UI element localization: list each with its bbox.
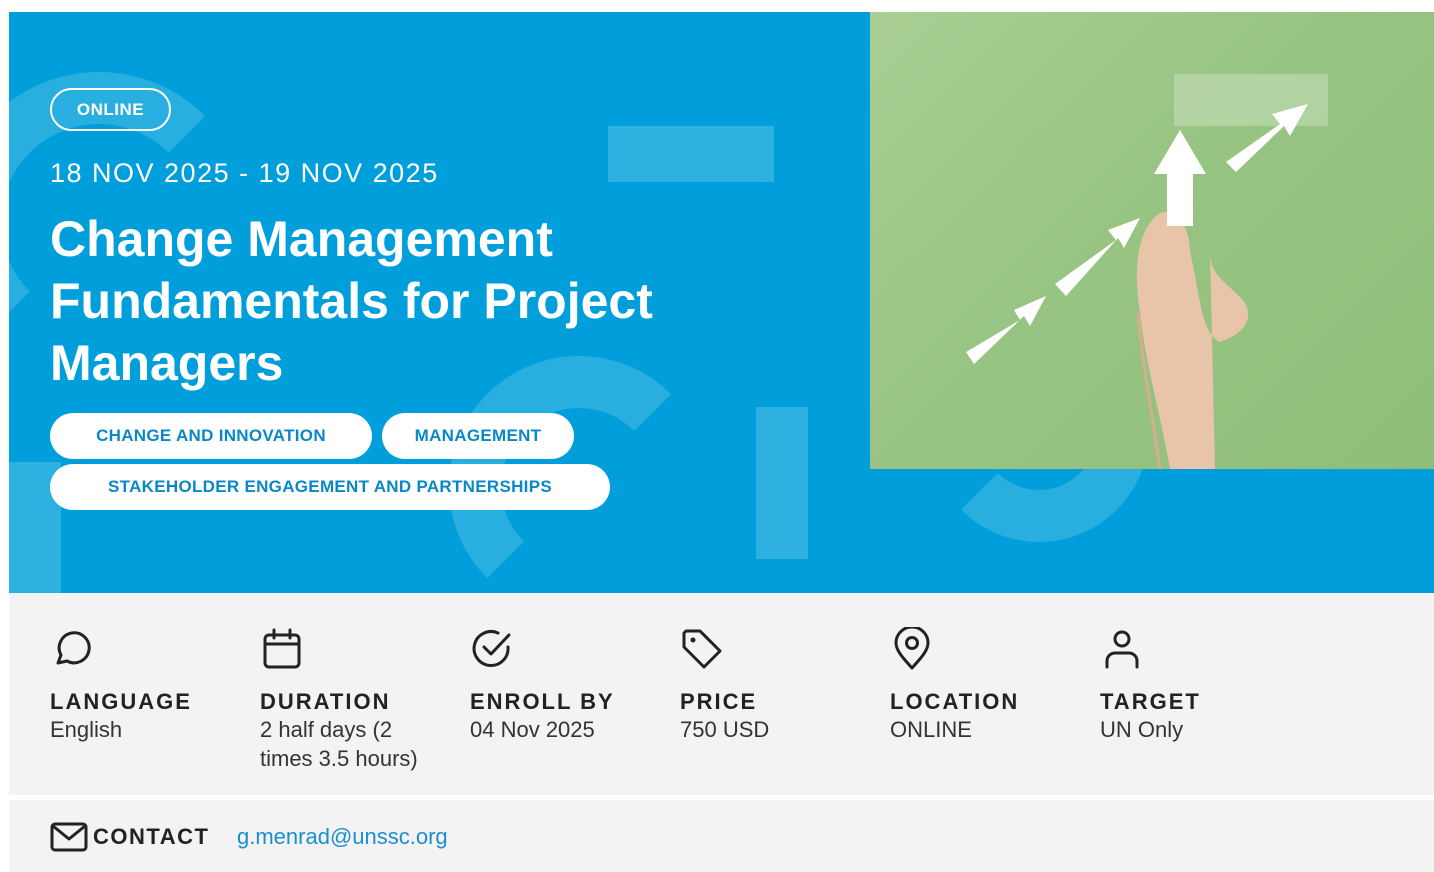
user-icon	[1105, 630, 1139, 669]
info-label: LOCATION	[890, 689, 1020, 714]
arrows-hand-illustration	[966, 74, 1328, 469]
info-value: English	[50, 717, 123, 742]
info-label: LANGUAGE	[50, 689, 192, 714]
calendar-icon	[263, 628, 301, 669]
info-enroll-by: ENROLL BY 04 Nov 2025	[470, 627, 660, 744]
tag-change-and-innovation[interactable]: CHANGE AND INNOVATION	[50, 413, 372, 459]
info-value: UN Only	[1100, 717, 1184, 742]
tag-stakeholder-engagement[interactable]: STAKEHOLDER ENGAGEMENT AND PARTNERSHIPS	[50, 464, 610, 510]
course-hero: ONLINE 18 NOV 2025 - 19 NOV 2025 Change …	[9, 12, 1434, 593]
delivery-mode-badge: ONLINE	[50, 88, 171, 131]
course-image	[870, 12, 1434, 469]
price-tag-icon	[682, 629, 722, 669]
info-value: 750 USD	[680, 717, 770, 742]
course-title: Change Management Fundamentals for Proje…	[50, 211, 653, 391]
info-label: PRICE	[680, 689, 758, 714]
contact-email-link[interactable]: g.menrad@unssc.org	[237, 824, 448, 850]
contact-bar: CONTACT g.menrad@unssc.org	[9, 800, 1434, 872]
decorative-bar	[608, 126, 774, 182]
info-target: TARGET UN Only	[1100, 627, 1290, 744]
tag-management[interactable]: MANAGEMENT	[382, 413, 574, 459]
info-language: LANGUAGE English	[50, 627, 240, 744]
course-dates: 18 NOV 2025 - 19 NOV 2025	[50, 158, 439, 188]
info-duration: DURATION 2 half days (2 times 3.5 hours)	[260, 627, 450, 773]
speech-bubble-icon	[56, 631, 91, 665]
info-value: ONLINE	[890, 717, 972, 742]
check-circle-icon	[472, 630, 511, 667]
map-pin-icon	[894, 627, 930, 670]
decorative-bar	[756, 407, 808, 559]
info-label: TARGET	[1100, 689, 1201, 714]
info-value: 2 half days (2 times 3.5 hours)	[260, 717, 418, 771]
info-label: DURATION	[260, 689, 391, 714]
info-label: ENROLL BY	[470, 689, 615, 714]
envelope-icon	[50, 822, 88, 852]
course-info-panel: LANGUAGE English DURATION 2 half days (2…	[9, 593, 1434, 795]
info-location: LOCATION ONLINE	[890, 627, 1080, 744]
info-value: 04 Nov 2025	[470, 717, 595, 742]
contact-label: CONTACT	[93, 824, 210, 849]
info-price: PRICE 750 USD	[680, 627, 870, 744]
